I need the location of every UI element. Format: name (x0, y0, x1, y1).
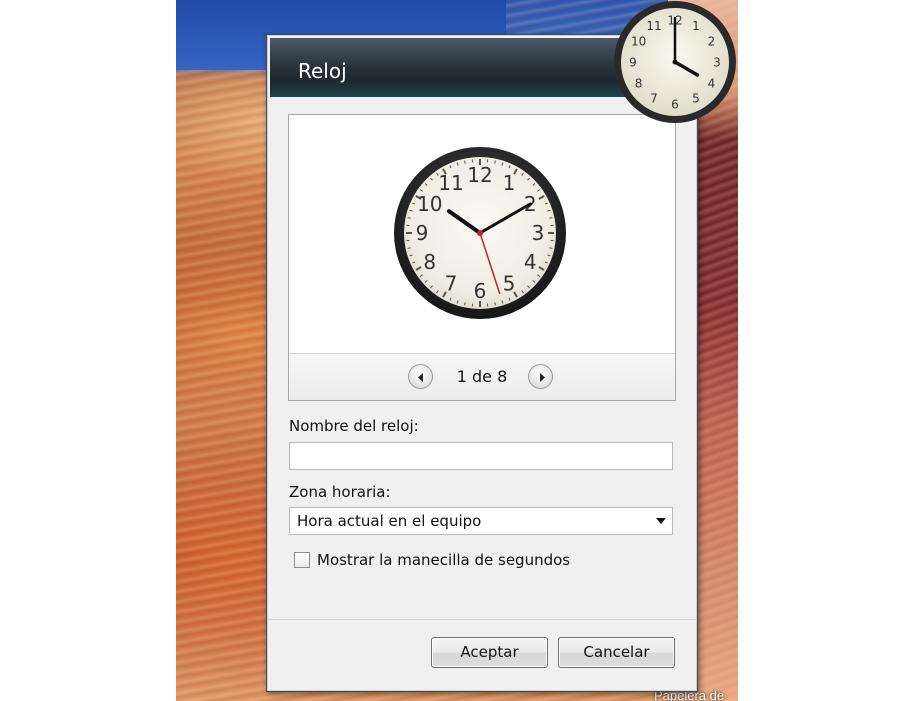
clock-tick (549, 247, 553, 249)
time-zone-label: Zona horaria: (289, 483, 391, 501)
seconds-hand-label[interactable]: Mostrar la manecilla de segundos (317, 551, 570, 569)
clock-number: 3 (713, 55, 721, 69)
clock-number: 4 (708, 76, 716, 90)
cancel-button[interactable]: Cancelar (558, 637, 675, 668)
clock-number: 4 (524, 250, 537, 274)
time-zone-value: Hora actual en el equipo (297, 512, 482, 530)
clock-number: 6 (474, 279, 487, 303)
seconds-hand-checkbox[interactable] (294, 552, 310, 568)
clock-number: 7 (650, 92, 658, 106)
clock-tick (464, 160, 466, 164)
preview-nav: 1 de 8 (289, 353, 675, 400)
clock-tick (549, 217, 553, 219)
clock-number: 1 (503, 171, 516, 195)
clock-name-input[interactable] (289, 442, 673, 470)
clock-number: 5 (503, 271, 516, 295)
clock-number: 9 (629, 55, 637, 69)
clock-number: 6 (671, 97, 679, 111)
clock-tick (494, 302, 496, 306)
clock-name-label: Nombre del reloj: (289, 417, 419, 435)
clock-number: 1 (692, 19, 700, 33)
clock-center-pin (477, 230, 483, 236)
dialog-title: Reloj (298, 59, 347, 83)
clock-number: 11 (438, 171, 463, 195)
clock-number: 10 (631, 34, 646, 48)
clock-tick (407, 247, 411, 249)
clock-number: 3 (532, 221, 545, 245)
clock-tick (407, 217, 411, 219)
footer-divider (267, 619, 697, 620)
clock-number: 9 (416, 221, 429, 245)
clock-settings-dialog: Reloj 1 de 8 Nombre del reloj: Zona hora… (266, 34, 698, 692)
clock-tick (464, 302, 466, 306)
clock-preview-face: 121234567891011 (394, 147, 566, 319)
circle-right-arrow-icon (540, 373, 545, 382)
desktop-clock-gadget[interactable]: 121234567891011 (613, 0, 738, 125)
clock-number: 2 (708, 34, 716, 48)
clock-number: 7 (445, 271, 458, 295)
time-zone-select[interactable]: Hora actual en el equipo (289, 507, 673, 535)
clock-number: 8 (423, 250, 436, 274)
next-button[interactable] (528, 364, 553, 389)
accept-button[interactable]: Aceptar (431, 637, 548, 668)
clock-number: 11 (646, 19, 661, 33)
clock-number: 8 (635, 76, 643, 90)
skin-counter: 1 de 8 (456, 367, 508, 386)
triangle-down-icon (656, 518, 666, 524)
clock-number: 12 (467, 163, 492, 187)
clock-tick (494, 160, 496, 164)
clock-number: 10 (417, 192, 442, 216)
clock-number: 5 (692, 92, 700, 106)
